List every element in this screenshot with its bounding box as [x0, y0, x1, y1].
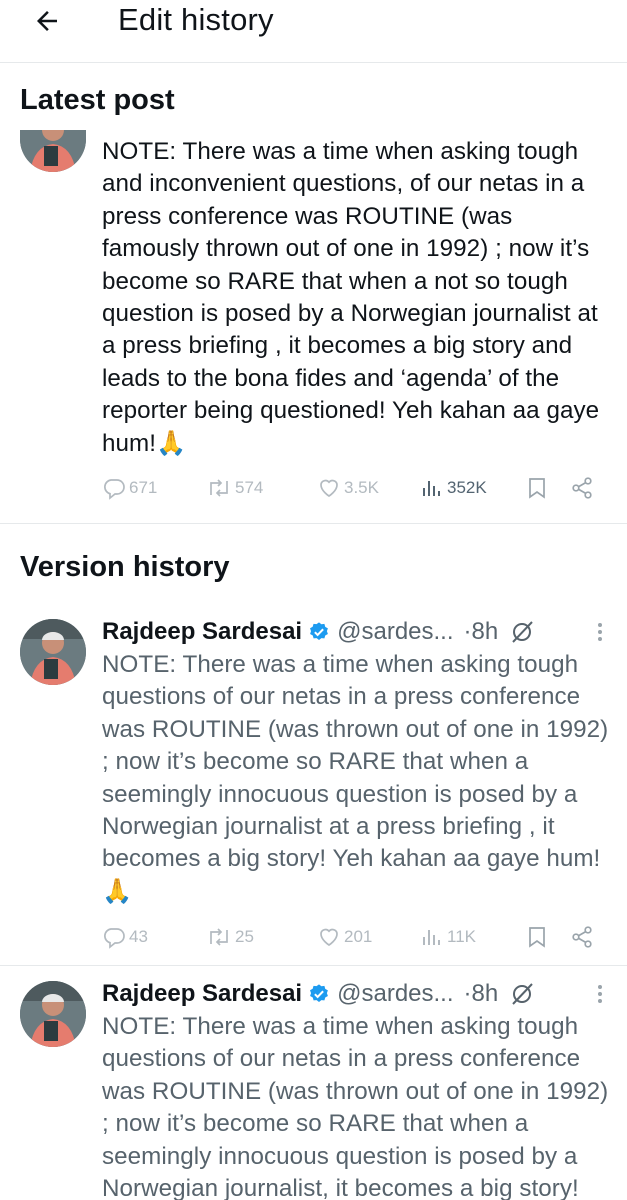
more-options-button[interactable]: [596, 978, 604, 1010]
author-handle[interactable]: @sardes...: [337, 618, 453, 646]
bookmark-button[interactable]: [526, 473, 548, 503]
verified-badge-icon: [308, 621, 330, 643]
reply-icon: [104, 479, 125, 500]
section-divider: [0, 523, 627, 524]
share-icon: [572, 926, 592, 948]
reply-count: 671: [129, 478, 158, 497]
repost-count: 574: [235, 478, 264, 497]
avatar[interactable]: [20, 981, 86, 1047]
heart-icon: [320, 479, 338, 498]
repost-button[interactable]: 574: [206, 473, 263, 503]
views-button[interactable]: 352K: [420, 473, 487, 503]
version-post-actions: 43 25 201 11K: [102, 922, 602, 952]
repost-button[interactable]: 25: [206, 922, 254, 952]
page-title: Edit history: [118, 2, 274, 37]
version-history-heading: Version history: [20, 551, 230, 583]
bookmark-button[interactable]: [526, 922, 548, 952]
repost-count: 25: [235, 927, 254, 946]
more-options-button[interactable]: [596, 616, 604, 648]
version-post-text: NOTE: There was a time when asking tough…: [102, 1013, 609, 1200]
avatar[interactable]: [20, 130, 86, 172]
header-divider: [0, 62, 627, 63]
avatar[interactable]: [20, 619, 86, 685]
latest-post-text: NOTE: There was a time when asking tough…: [102, 138, 600, 457]
version-divider: [0, 965, 627, 966]
edit-pencil-icon[interactable]: [508, 618, 536, 646]
like-button[interactable]: 201: [317, 922, 372, 952]
version-author-row: Rajdeep Sardesai @sardes... ·8h: [102, 978, 612, 1010]
verified-badge-icon: [308, 983, 330, 1005]
like-count: 201: [344, 927, 373, 946]
views-count: 11K: [447, 927, 476, 946]
latest-post-heading: Latest post: [20, 84, 175, 116]
more-vertical-icon: [598, 985, 602, 1003]
share-button[interactable]: [570, 473, 594, 503]
post-time[interactable]: ·8h: [464, 618, 499, 646]
post-time[interactable]: ·8h: [464, 980, 499, 1008]
like-count: 3.5K: [344, 478, 379, 497]
edit-pencil-icon[interactable]: [508, 980, 536, 1008]
views-button[interactable]: 11K: [420, 922, 476, 952]
reply-button[interactable]: 43: [102, 922, 148, 952]
author-name[interactable]: Rajdeep Sardesai: [102, 618, 302, 646]
share-icon: [572, 477, 592, 499]
reply-button[interactable]: 671: [102, 473, 157, 503]
version-author-row: Rajdeep Sardesai @sardes... ·8h: [102, 616, 612, 648]
version-post-text: NOTE: There was a time when asking tough…: [102, 651, 609, 905]
reply-count: 43: [129, 927, 148, 946]
arrow-left-icon: [37, 11, 57, 31]
latest-post-actions: 671 574 3.5K 352K: [102, 473, 602, 503]
heart-icon: [320, 928, 338, 947]
more-vertical-icon: [598, 623, 602, 641]
top-bar: Edit history: [0, 0, 627, 62]
repost-icon: [210, 928, 228, 946]
back-button[interactable]: [30, 4, 64, 38]
author-name[interactable]: Rajdeep Sardesai: [102, 980, 302, 1008]
author-handle[interactable]: @sardes...: [337, 980, 453, 1008]
reply-icon: [104, 928, 125, 949]
repost-icon: [210, 479, 228, 497]
views-count: 352K: [447, 478, 487, 497]
like-button[interactable]: 3.5K: [317, 473, 379, 503]
views-chart-icon: [423, 481, 440, 496]
share-button[interactable]: [570, 922, 594, 952]
bookmark-icon: [529, 478, 545, 499]
views-chart-icon: [423, 930, 440, 945]
bookmark-icon: [529, 927, 545, 948]
